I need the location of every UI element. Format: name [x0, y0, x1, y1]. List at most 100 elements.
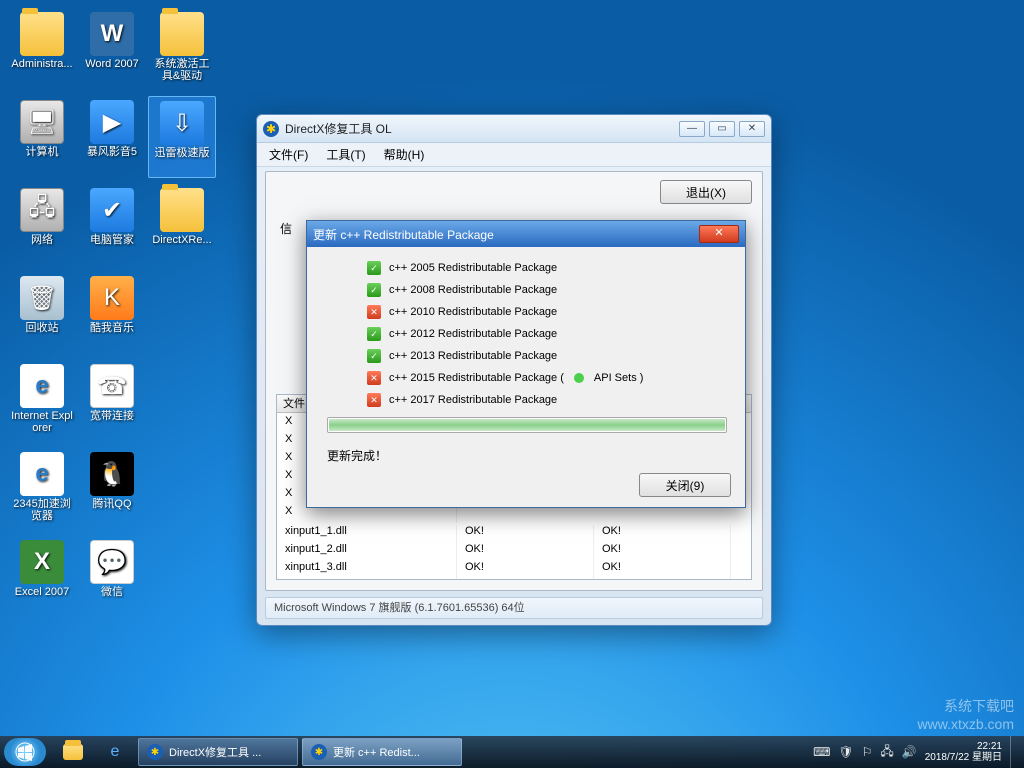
- package-row: c++ 2013 Redistributable Package: [367, 345, 725, 367]
- icon-label: 酷我音乐: [90, 322, 134, 334]
- desktop-icon[interactable]: 💬 微信: [78, 536, 146, 618]
- icon: ⇩: [160, 101, 204, 145]
- shield-ok-icon: [367, 283, 381, 297]
- icon: [160, 12, 204, 56]
- package-row: c++ 2008 Redistributable Package: [367, 279, 725, 301]
- icon-label: 宽带连接: [90, 410, 134, 422]
- icon-label: Word 2007: [85, 58, 139, 70]
- redist-update-dialog: 更新 c++ Redistributable Package ✕ c++ 200…: [306, 220, 746, 508]
- shield-ok-icon: [367, 349, 381, 363]
- tray-network-icon[interactable]: 🖧: [880, 742, 893, 763]
- tray-icon[interactable]: ⌨: [813, 745, 830, 759]
- progress-bar: [327, 417, 727, 433]
- exit-button[interactable]: 退出(X): [660, 180, 752, 204]
- icon-label: Internet Explorer: [10, 410, 74, 434]
- task-directx-repair[interactable]: ✱ DirectX修复工具 ...: [138, 738, 298, 766]
- app-icon: ✱: [263, 121, 279, 137]
- icon-label: 网络: [31, 234, 53, 246]
- desktop-icon[interactable]: 🖧 网络: [8, 184, 76, 266]
- show-desktop-button[interactable]: [1010, 736, 1020, 768]
- icon: K: [90, 276, 134, 320]
- icon-label: 微信: [101, 586, 123, 598]
- api-dot-icon: [574, 373, 584, 383]
- desktop-icon[interactable]: X Excel 2007: [8, 536, 76, 618]
- menu-tools[interactable]: 工具(T): [326, 146, 365, 163]
- icon: 💬: [90, 540, 134, 584]
- dialog-title: 更新 c++ Redistributable Package: [313, 226, 699, 243]
- info-label: 信: [280, 220, 292, 237]
- icon-label: 2345加速浏览器: [10, 498, 74, 522]
- dialog-titlebar[interactable]: 更新 c++ Redistributable Package ✕: [307, 221, 745, 247]
- menu-help[interactable]: 帮助(H): [384, 146, 425, 163]
- icon-label: 腾讯QQ: [92, 498, 131, 510]
- icon-label: 系统激活工具&驱动: [150, 58, 214, 82]
- menu-file[interactable]: 文件(F): [269, 146, 308, 163]
- dialog-body: c++ 2005 Redistributable Packagec++ 2008…: [307, 247, 745, 474]
- desktop-icon[interactable]: Administra...: [8, 8, 76, 90]
- os-status-bar: Microsoft Windows 7 旗舰版 (6.1.7601.65536)…: [265, 597, 763, 619]
- icon-label: 回收站: [26, 322, 59, 334]
- dialog-close-button[interactable]: ✕: [699, 225, 739, 243]
- icon-label: 计算机: [26, 146, 59, 158]
- shield-error-icon: [367, 371, 381, 385]
- icon-label: Administra...: [11, 58, 72, 70]
- icon: 🖧: [20, 188, 64, 232]
- maximize-button[interactable]: ▭: [709, 121, 735, 137]
- table-row: xinput1_2.dllOK!OK!: [277, 543, 751, 561]
- icon: 🐧: [90, 452, 134, 496]
- desktop-icon[interactable]: 🖥 计算机: [8, 96, 76, 178]
- package-row: c++ 2015 Redistributable Package ( API S…: [367, 367, 725, 389]
- desktop-icon[interactable]: ⇩ 迅雷极速版: [148, 96, 216, 178]
- icon-label: Excel 2007: [15, 586, 69, 598]
- table-row: xinput1_3.dllOK!OK!: [277, 561, 751, 579]
- icon: [20, 12, 64, 56]
- icon: ▶: [90, 100, 134, 144]
- desktop-icon[interactable]: eInternet Explorer: [8, 360, 76, 442]
- package-row: c++ 2010 Redistributable Package: [367, 301, 725, 323]
- task-icon: ✱: [311, 744, 327, 760]
- close-button[interactable]: 关闭(9): [639, 473, 731, 497]
- tray-flag-icon[interactable]: ⚐: [862, 745, 873, 759]
- titlebar[interactable]: ✱ DirectX修复工具 OL — ▭ ✕: [257, 115, 771, 143]
- desktop-icon[interactable]: ☎ 宽带连接: [78, 360, 146, 442]
- package-row: c++ 2017 Redistributable Package: [367, 389, 725, 411]
- shield-ok-icon: [367, 261, 381, 275]
- shield-error-icon: [367, 393, 381, 407]
- icon: 🗑: [20, 276, 64, 320]
- pinned-explorer[interactable]: [53, 738, 93, 766]
- desktop-icon[interactable]: ✔ 电脑管家: [78, 184, 146, 266]
- task-redist-update[interactable]: ✱ 更新 c++ Redist...: [302, 738, 462, 766]
- table-row: xinput1_1.dllOK!OK!: [277, 525, 751, 543]
- watermark: 系统下载吧 www.xtxzb.com: [918, 696, 1014, 732]
- clock[interactable]: 22:21 2018/7/22 星期日: [925, 741, 1002, 763]
- icon: W: [90, 12, 134, 56]
- tray-icon[interactable]: 🛡: [838, 745, 853, 759]
- desktop-icon[interactable]: 系统激活工具&驱动: [148, 8, 216, 90]
- status-text: 更新完成！: [327, 447, 725, 464]
- desktop-icon[interactable]: 🐧 腾讯QQ: [78, 448, 146, 530]
- desktop-icon[interactable]: 🗑 回收站: [8, 272, 76, 354]
- close-button[interactable]: ✕: [739, 121, 765, 137]
- icon-label: 电脑管家: [90, 234, 134, 246]
- package-row: c++ 2012 Redistributable Package: [367, 323, 725, 345]
- icon: e: [20, 364, 64, 408]
- icon: ☎: [90, 364, 134, 408]
- icon: ✔: [90, 188, 134, 232]
- pinned-browser[interactable]: e: [95, 738, 135, 766]
- start-button[interactable]: [4, 738, 46, 766]
- desktop-icon[interactable]: e2345加速浏览器: [8, 448, 76, 530]
- icon: e: [20, 452, 64, 496]
- window-title: DirectX修复工具 OL: [285, 120, 679, 137]
- icon-label: 迅雷极速版: [155, 147, 210, 159]
- icon-label: 暴风影音5: [87, 146, 137, 158]
- desktop-icon[interactable]: ▶ 暴风影音5: [78, 96, 146, 178]
- minimize-button[interactable]: —: [679, 121, 705, 137]
- tray-volume-icon[interactable]: 🔊: [902, 745, 917, 759]
- desktop-icon[interactable]: DirectXRe...: [148, 184, 216, 266]
- desktop-icon[interactable]: K 酷我音乐: [78, 272, 146, 354]
- icon-label: DirectXRe...: [152, 234, 211, 246]
- taskbar: e ✱ DirectX修复工具 ... ✱ 更新 c++ Redist... ⌨…: [0, 736, 1024, 768]
- icon: X: [20, 540, 64, 584]
- desktop-icon[interactable]: W Word 2007: [78, 8, 146, 90]
- icon: 🖥: [20, 100, 64, 144]
